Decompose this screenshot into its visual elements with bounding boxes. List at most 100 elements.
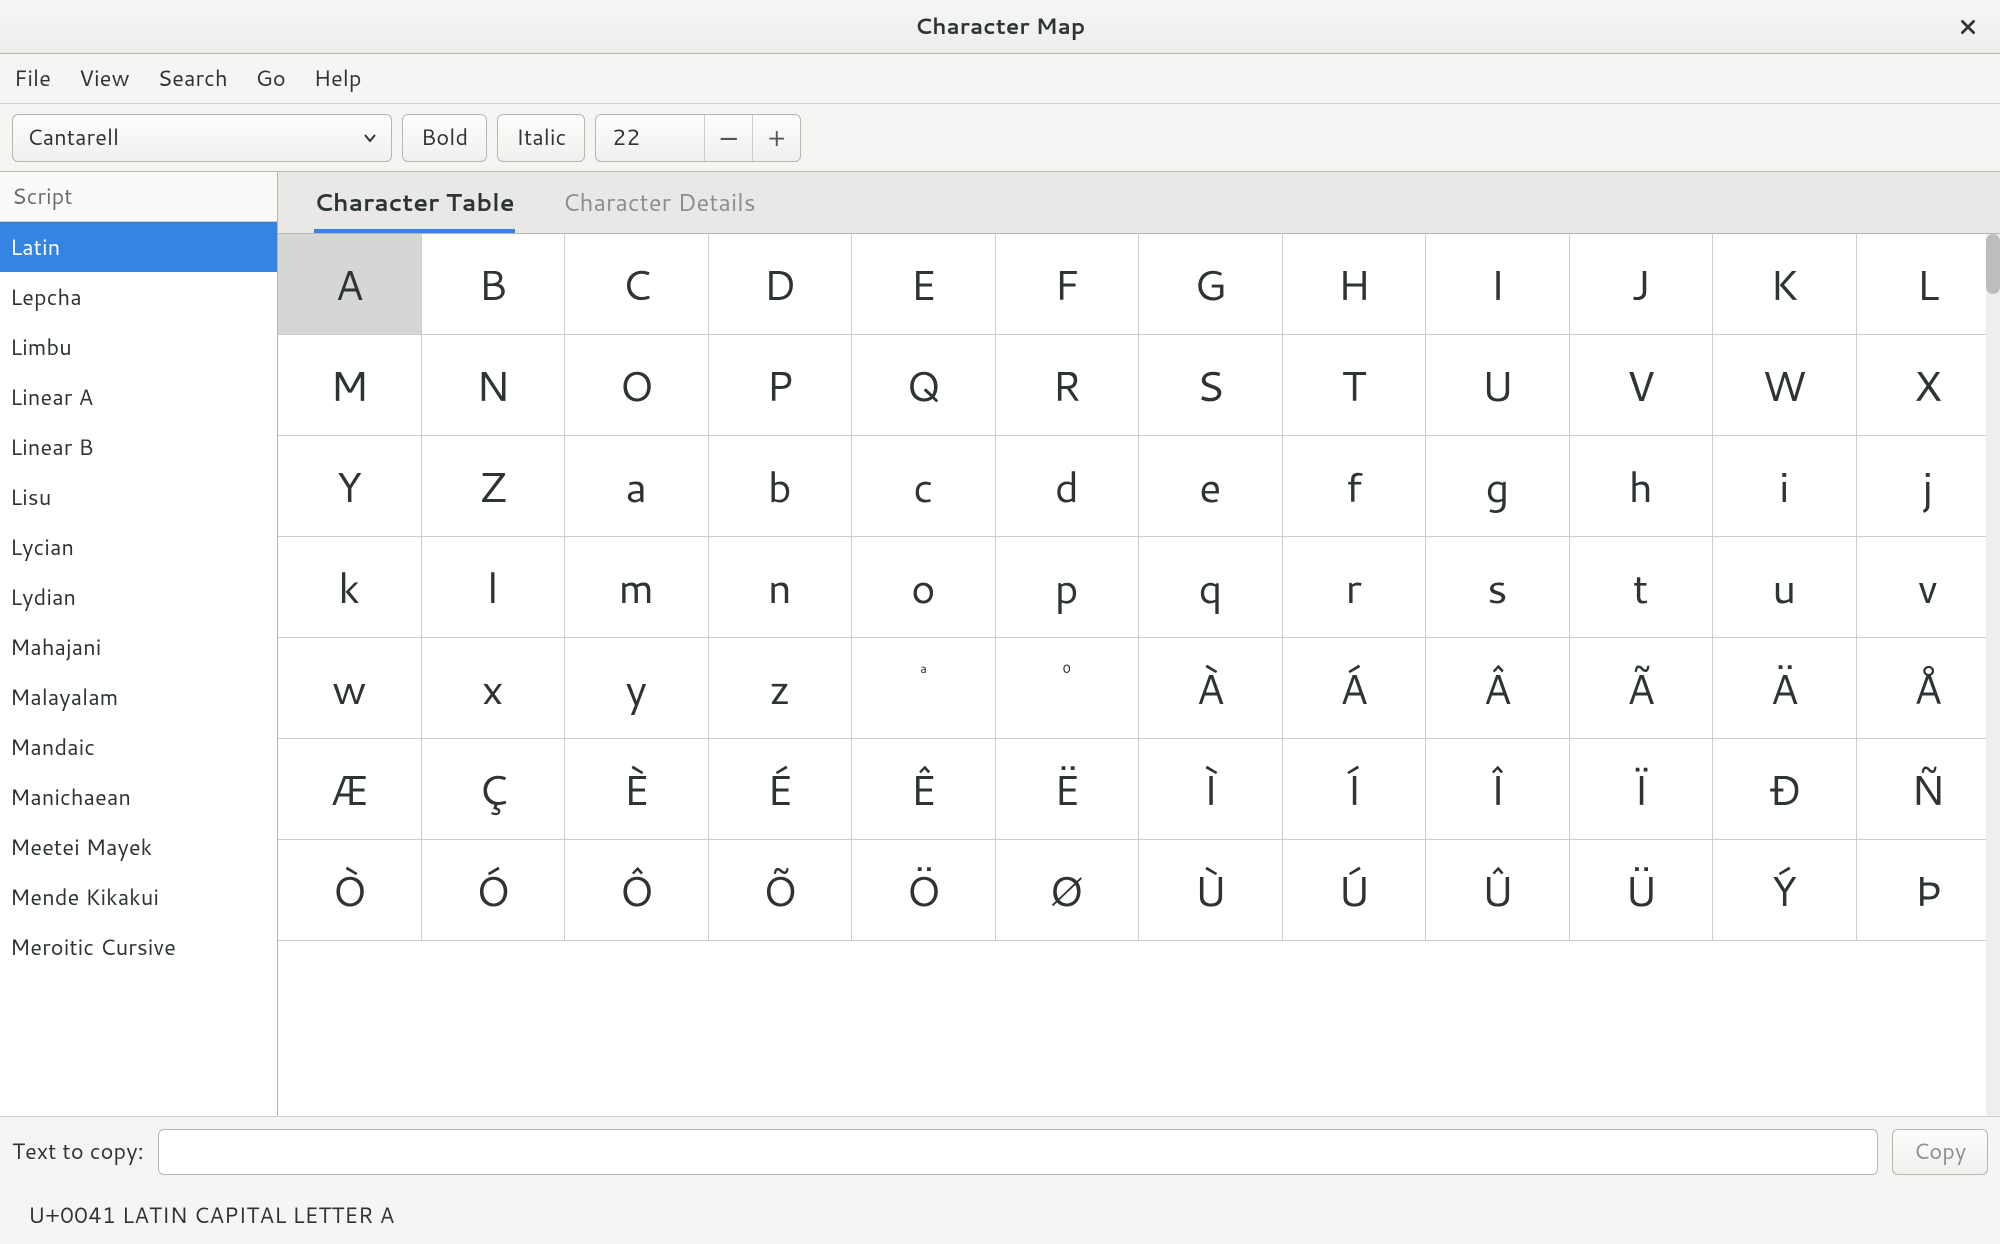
character-cell[interactable]: Þ (1857, 840, 2000, 941)
character-cell[interactable]: y (565, 638, 709, 739)
character-cell[interactable]: M (278, 335, 422, 436)
close-button[interactable] (1954, 13, 1982, 41)
character-cell[interactable]: È (565, 739, 709, 840)
script-item[interactable]: Limbu (0, 322, 277, 372)
character-cell[interactable]: x (422, 638, 566, 739)
character-cell[interactable]: q (1139, 537, 1283, 638)
character-cell[interactable]: D (709, 234, 853, 335)
character-cell[interactable]: Î (1426, 739, 1570, 840)
character-cell[interactable]: P (709, 335, 853, 436)
script-item[interactable]: Meetei Mayek (0, 822, 277, 872)
character-cell[interactable]: U (1426, 335, 1570, 436)
copy-input[interactable] (158, 1129, 1878, 1175)
character-cell[interactable]: v (1857, 537, 2000, 638)
character-cell[interactable]: Ê (852, 739, 996, 840)
script-item[interactable]: Lepcha (0, 272, 277, 322)
character-cell[interactable]: Ò (278, 840, 422, 941)
character-cell[interactable]: Ù (1139, 840, 1283, 941)
character-cell[interactable]: Ã (1570, 638, 1714, 739)
character-cell[interactable]: o (852, 537, 996, 638)
menu-search[interactable]: Search (158, 63, 228, 94)
menu-go[interactable]: Go (256, 63, 286, 94)
script-item[interactable]: Linear A (0, 372, 277, 422)
character-cell[interactable]: c (852, 436, 996, 537)
character-cell[interactable]: l (422, 537, 566, 638)
script-item[interactable]: Manichaean (0, 772, 277, 822)
character-cell[interactable]: k (278, 537, 422, 638)
character-cell[interactable]: n (709, 537, 853, 638)
character-cell[interactable]: ª (852, 638, 996, 739)
character-cell[interactable]: j (1857, 436, 2000, 537)
tab-character-details[interactable]: Character Details (563, 185, 756, 233)
character-cell[interactable]: Ö (852, 840, 996, 941)
character-cell[interactable]: H (1283, 234, 1427, 335)
character-cell[interactable]: Ì (1139, 739, 1283, 840)
script-item[interactable]: Mahajani (0, 622, 277, 672)
character-cell[interactable]: Ý (1713, 840, 1857, 941)
character-cell[interactable]: B (422, 234, 566, 335)
character-cell[interactable]: Ü (1570, 840, 1714, 941)
script-item[interactable]: Malayalam (0, 672, 277, 722)
character-cell[interactable]: À (1139, 638, 1283, 739)
script-item[interactable]: Lisu (0, 472, 277, 522)
character-cell[interactable]: É (709, 739, 853, 840)
script-item[interactable]: Meroitic Cursive (0, 922, 277, 972)
character-cell[interactable]: A (278, 234, 422, 335)
italic-button[interactable]: Italic (497, 114, 585, 162)
script-item[interactable]: Lycian (0, 522, 277, 572)
character-cell[interactable]: Ç (422, 739, 566, 840)
character-cell[interactable]: Â (1426, 638, 1570, 739)
character-cell[interactable]: Ð (1713, 739, 1857, 840)
character-cell[interactable]: F (996, 234, 1140, 335)
tab-character-table[interactable]: Character Table (314, 185, 515, 233)
size-decrement[interactable]: − (704, 115, 752, 161)
character-cell[interactable]: Ë (996, 739, 1140, 840)
character-cell[interactable]: C (565, 234, 709, 335)
character-cell[interactable]: G (1139, 234, 1283, 335)
character-cell[interactable]: Ñ (1857, 739, 2000, 840)
character-cell[interactable]: V (1570, 335, 1714, 436)
character-cell[interactable]: a (565, 436, 709, 537)
character-cell[interactable]: X (1857, 335, 2000, 436)
character-cell[interactable]: S (1139, 335, 1283, 436)
character-cell[interactable]: r (1283, 537, 1427, 638)
character-cell[interactable]: Æ (278, 739, 422, 840)
character-cell[interactable]: w (278, 638, 422, 739)
character-cell[interactable]: t (1570, 537, 1714, 638)
character-cell[interactable]: Ó (422, 840, 566, 941)
character-cell[interactable]: i (1713, 436, 1857, 537)
character-cell[interactable]: Ä (1713, 638, 1857, 739)
character-cell[interactable]: L (1857, 234, 2000, 335)
script-item[interactable]: Mende Kikakui (0, 872, 277, 922)
size-increment[interactable]: + (752, 115, 800, 161)
character-cell[interactable]: I (1426, 234, 1570, 335)
script-item[interactable]: Linear B (0, 422, 277, 472)
character-cell[interactable]: Y (278, 436, 422, 537)
character-cell[interactable]: Ô (565, 840, 709, 941)
character-cell[interactable]: J (1570, 234, 1714, 335)
character-cell[interactable]: Ï (1570, 739, 1714, 840)
character-cell[interactable]: Z (422, 436, 566, 537)
copy-button[interactable]: Copy (1892, 1129, 1988, 1175)
character-cell[interactable]: z (709, 638, 853, 739)
bold-button[interactable]: Bold (402, 114, 487, 162)
character-cell[interactable]: E (852, 234, 996, 335)
character-cell[interactable]: Á (1283, 638, 1427, 739)
character-cell[interactable]: f (1283, 436, 1427, 537)
grid-scrollbar[interactable] (1986, 234, 2000, 1116)
character-cell[interactable]: d (996, 436, 1140, 537)
character-cell[interactable]: u (1713, 537, 1857, 638)
character-cell[interactable]: R (996, 335, 1140, 436)
character-cell[interactable]: O (565, 335, 709, 436)
character-cell[interactable]: Ø (996, 840, 1140, 941)
script-item[interactable]: Lydian (0, 572, 277, 622)
character-cell[interactable]: W (1713, 335, 1857, 436)
character-cell[interactable]: T (1283, 335, 1427, 436)
character-cell[interactable]: Ú (1283, 840, 1427, 941)
font-combo[interactable]: Cantarell (12, 114, 392, 162)
script-item[interactable]: Mandaic (0, 722, 277, 772)
character-cell[interactable]: º (996, 638, 1140, 739)
character-cell[interactable]: m (565, 537, 709, 638)
character-cell[interactable]: g (1426, 436, 1570, 537)
character-cell[interactable]: s (1426, 537, 1570, 638)
